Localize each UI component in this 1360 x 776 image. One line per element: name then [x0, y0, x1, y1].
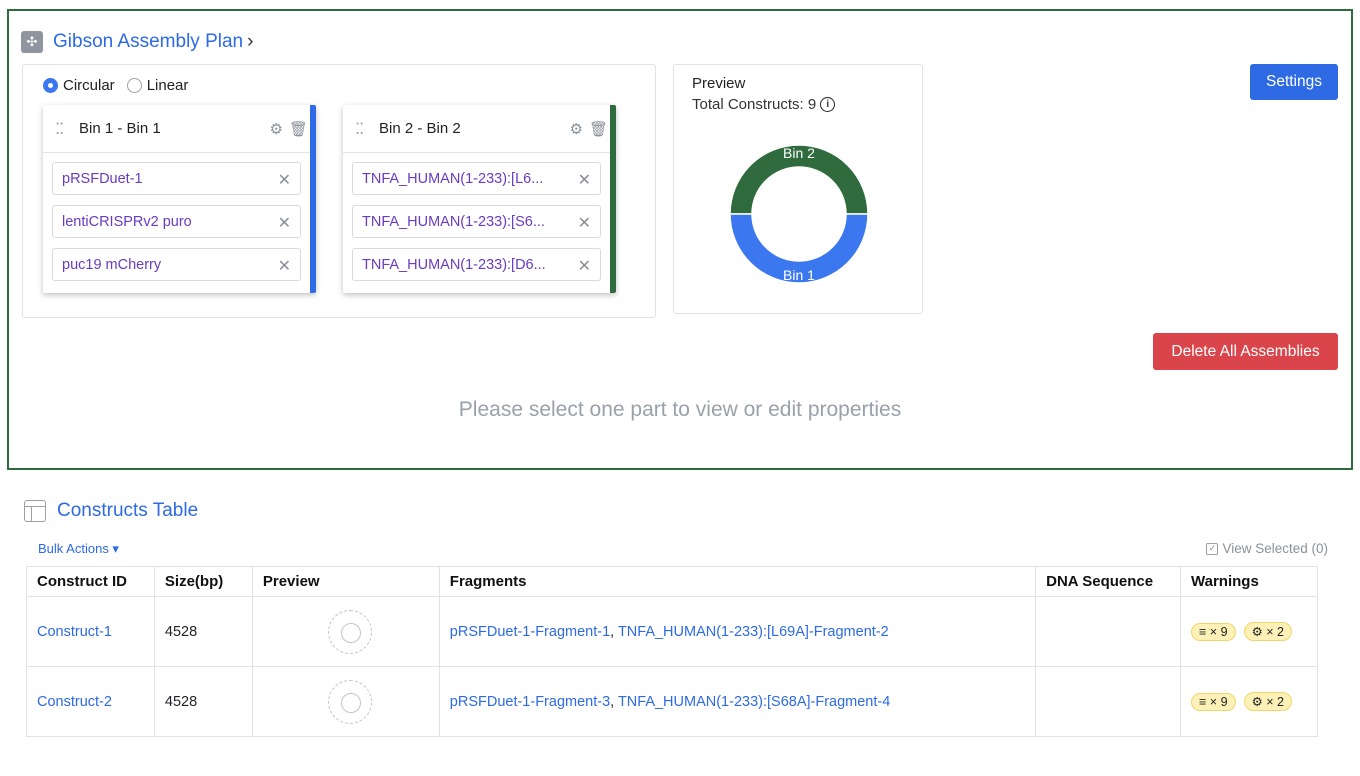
close-icon[interactable]: ✕ — [278, 170, 291, 190]
constructs-table: Construct ID Size(bp) Preview Fragments … — [26, 566, 1318, 737]
bin-name: Bin 2 - Bin 2 — [379, 120, 461, 137]
bin-color-bar — [310, 105, 316, 293]
bin-card-1: ⁚⁚ Bin 1 - Bin 1 ⚙ 🗑 pRSFDuet-1 ✕ lentiC… — [43, 105, 316, 293]
radio-circular[interactable] — [43, 78, 58, 93]
close-icon[interactable]: ✕ — [278, 256, 291, 276]
bin-color-bar — [610, 105, 616, 293]
warning-badge[interactable]: ≡ × 9 — [1191, 623, 1236, 641]
gear-icon[interactable]: ⚙ — [570, 120, 583, 138]
dna-sequence-cell — [1035, 666, 1182, 737]
puzzle-icon: ✣ — [21, 31, 43, 53]
part-chip[interactable]: TNFA_HUMAN(1-233):[S6... ✕ — [352, 205, 601, 238]
bin-card-2: ⁚⁚ Bin 2 - Bin 2 ⚙ 🗑 TNFA_HUMAN(1-233):[… — [343, 105, 616, 293]
fragment-link[interactable]: pRSFDuet-1-Fragment-1 — [450, 624, 610, 640]
construct-size: 4528 — [164, 623, 198, 640]
radio-circular-label[interactable]: Circular — [63, 77, 115, 94]
warning-badge[interactable]: ⚙ × 2 — [1243, 622, 1292, 641]
chevron-right-icon[interactable]: › — [247, 31, 253, 53]
drag-handle-icon[interactable]: ⁚⁚ — [55, 119, 69, 139]
part-name: lentiCRISPRv2 puro — [62, 213, 192, 230]
column-header[interactable]: Preview — [251, 566, 440, 597]
close-icon[interactable]: ✕ — [578, 213, 591, 233]
bin-tools: ⚙ 🗑 — [270, 120, 309, 138]
close-icon[interactable]: ✕ — [578, 170, 591, 190]
warning-badge[interactable]: ⚙ × 2 — [1243, 692, 1292, 711]
settings-button[interactable]: Settings — [1250, 64, 1338, 100]
assembly-plan-panel: ✣ Gibson Assembly Plan › Circular Linear… — [7, 9, 1353, 470]
drag-handle-icon[interactable]: ⁚⁚ — [355, 119, 369, 139]
properties-hint: Please select one part to view or edit p… — [458, 398, 902, 421]
bulk-actions-dropdown[interactable]: Bulk Actions ▾ — [38, 541, 119, 557]
radio-linear[interactable] — [126, 78, 142, 93]
bin-donut-chart: Bin 2 Bin 1 — [729, 144, 869, 284]
donut-label: Bin 1 — [783, 267, 815, 283]
close-icon[interactable]: ✕ — [278, 213, 291, 233]
plan-header: ✣ Gibson Assembly Plan › — [21, 31, 253, 53]
bin-design-area: Circular Linear ⁚⁚ Bin 1 - Bin 1 ⚙ 🗑 pRS… — [22, 64, 656, 318]
part-chip[interactable]: pRSFDuet-1 ✕ — [52, 162, 301, 195]
construct-size: 4528 — [164, 693, 198, 710]
bin-tools: ⚙ 🗑 — [570, 120, 609, 138]
plan-title[interactable]: Gibson Assembly Plan — [53, 31, 243, 53]
constructs-section: Constructs Table Bulk Actions ▾ ✓ View S… — [8, 482, 1348, 776]
constructs-title: Constructs Table — [57, 500, 199, 521]
part-chip[interactable]: puc19 mCherry ✕ — [52, 248, 301, 281]
radio-linear-label[interactable]: Linear — [147, 77, 189, 94]
trash-icon[interactable]: 🗑 — [289, 120, 308, 138]
part-name: puc19 mCherry — [62, 256, 162, 273]
column-header[interactable]: Size(bp) — [153, 566, 253, 597]
view-selected-toggle[interactable]: ✓ View Selected (0) — [1206, 541, 1328, 556]
part-chip[interactable]: TNFA_HUMAN(1-233):[D6... ✕ — [352, 248, 601, 281]
bin-name: Bin 1 - Bin 1 — [79, 120, 161, 137]
part-chip[interactable]: TNFA_HUMAN(1-233):[L6... ✕ — [352, 162, 601, 195]
plasmid-map-thumbnail[interactable] — [327, 679, 372, 724]
gear-icon[interactable]: ⚙ — [270, 120, 283, 138]
construct-id-link[interactable]: Construct-2 — [37, 694, 112, 710]
column-header[interactable]: DNA Sequence — [1035, 566, 1182, 597]
preview-panel: Preview Total Constructs: 9 i Bin 2 Bin 1 — [673, 64, 923, 314]
part-name: TNFA_HUMAN(1-233):[S6... — [362, 213, 545, 230]
column-header[interactable]: Fragments — [438, 566, 1037, 597]
constructs-header: Constructs Table — [24, 500, 198, 522]
part-name: TNFA_HUMAN(1-233):[L6... — [362, 170, 544, 187]
fragment-link[interactable]: pRSFDuet-1-Fragment-3 — [450, 694, 610, 710]
view-selected-label: View Selected (0) — [1222, 541, 1328, 556]
plasmid-map-thumbnail[interactable] — [327, 609, 372, 654]
table-row[interactable]: Construct-1 4528 pRSFDuet-1-Fragment-1, … — [26, 596, 1318, 667]
delete-all-assemblies-button[interactable]: Delete All Assemblies — [1153, 333, 1338, 370]
checkbox-icon[interactable]: ✓ — [1206, 542, 1219, 555]
column-header[interactable]: Construct ID — [26, 566, 155, 597]
warning-badge[interactable]: ≡ × 9 — [1191, 693, 1236, 711]
close-icon[interactable]: ✕ — [578, 256, 591, 276]
donut-label: Bin 2 — [783, 145, 815, 161]
topology-selector: Circular Linear — [43, 77, 200, 94]
column-header[interactable]: Warnings — [1180, 566, 1318, 597]
trash-icon[interactable]: 🗑 — [589, 120, 608, 138]
fragment-link[interactable]: TNFA_HUMAN(1-233):[L69A]-Fragment-2 — [618, 624, 889, 640]
table-header-row: Construct ID Size(bp) Preview Fragments … — [26, 566, 1318, 597]
part-name: TNFA_HUMAN(1-233):[D6... — [362, 256, 546, 273]
table-icon — [24, 500, 46, 522]
table-row[interactable]: Construct-2 4528 pRSFDuet-1-Fragment-3, … — [26, 666, 1318, 737]
part-chip[interactable]: lentiCRISPRv2 puro ✕ — [52, 205, 301, 238]
construct-id-link[interactable]: Construct-1 — [37, 624, 112, 640]
fragment-link[interactable]: TNFA_HUMAN(1-233):[S68A]-Fragment-4 — [618, 694, 890, 710]
dna-sequence-cell — [1035, 596, 1182, 667]
part-name: pRSFDuet-1 — [62, 170, 143, 187]
